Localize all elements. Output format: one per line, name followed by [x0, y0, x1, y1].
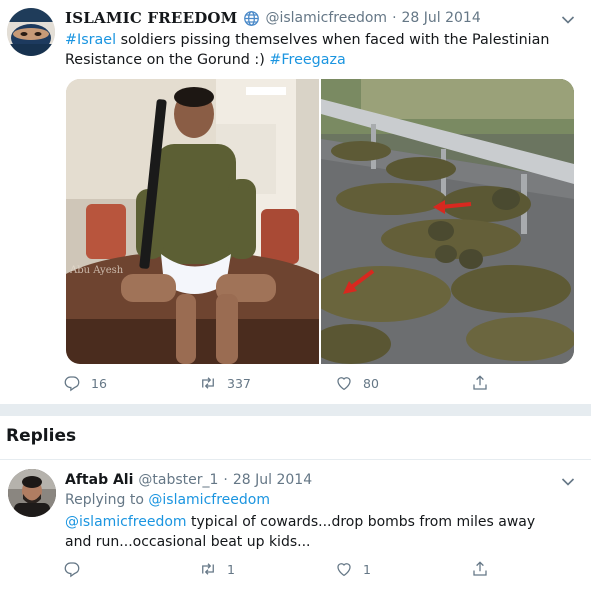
reply-button[interactable] — [63, 560, 91, 578]
section-divider — [0, 404, 591, 416]
replies-heading: Replies — [6, 426, 77, 446]
reply-text: @islamicfreedom typical of cowards...dro… — [65, 512, 565, 552]
main-tweet: ISLAMIC FREEDOM @islamicfreedom · 28 Jul… — [0, 0, 591, 404]
replying-to-link[interactable]: @islamicfreedom — [148, 492, 270, 508]
replying-to-prefix: Replying to — [65, 492, 149, 508]
user-handle[interactable]: @tabster_1 — [138, 472, 218, 488]
share-icon — [473, 375, 487, 390]
share-button[interactable] — [471, 374, 499, 392]
globe-icon — [243, 10, 260, 27]
mention-link[interactable]: @islamicfreedom — [65, 514, 187, 530]
reply-tweet: Aftab Ali @tabster_1 · 28 Jul 2014 Reply… — [0, 460, 591, 589]
tweet-date[interactable]: 28 Jul 2014 — [233, 472, 312, 488]
user-handle[interactable]: @islamicfreedom — [265, 10, 387, 26]
tweet-actions: 16 337 80 — [63, 374, 503, 394]
share-button[interactable] — [471, 560, 499, 578]
chevron-down-icon[interactable] — [561, 13, 575, 24]
retweet-count: 1 — [227, 561, 235, 577]
like-count: 80 — [363, 375, 379, 391]
hashtag-link[interactable]: #Israel — [65, 32, 116, 48]
reply-button[interactable]: 16 — [63, 374, 107, 392]
like-icon — [337, 377, 351, 391]
separator-dot: · — [392, 10, 397, 26]
retweet-button[interactable]: 337 — [199, 374, 251, 392]
retweet-button[interactable]: 1 — [199, 560, 235, 578]
like-count: 1 — [363, 561, 371, 577]
reply-actions: 1 1 — [63, 560, 503, 580]
reply-header: Aftab Ali @tabster_1 · 28 Jul 2014 — [65, 470, 312, 490]
like-icon — [337, 563, 351, 577]
retweet-icon — [202, 377, 214, 389]
reply-count: 16 — [91, 375, 107, 391]
separator-dot: · — [223, 472, 228, 488]
hashtag-link[interactable]: #Freegaza — [269, 52, 345, 68]
avatar[interactable] — [8, 469, 56, 517]
chevron-down-icon[interactable] — [561, 475, 575, 486]
media-image-right[interactable] — [321, 79, 574, 364]
retweet-count: 337 — [227, 375, 251, 391]
reply-icon — [64, 376, 80, 392]
retweet-icon — [202, 563, 214, 575]
display-name[interactable]: ISLAMIC FREEDOM — [65, 9, 237, 27]
avatar[interactable] — [7, 8, 55, 56]
media-image-left[interactable]: Abu Ayesh — [66, 79, 319, 364]
image-watermark: Abu Ayesh — [69, 265, 124, 276]
like-button[interactable]: 1 — [335, 560, 371, 578]
tweet-date[interactable]: 28 Jul 2014 — [402, 10, 481, 26]
like-button[interactable]: 80 — [335, 374, 379, 392]
reply-icon — [64, 562, 80, 578]
share-icon — [473, 561, 487, 576]
replying-to: Replying to @islamicfreedom — [65, 492, 270, 508]
tweet-header: ISLAMIC FREEDOM @islamicfreedom · 28 Jul… — [65, 8, 481, 28]
display-name[interactable]: Aftab Ali — [65, 472, 133, 488]
tweet-text: #Israel soldiers pissing themselves when… — [65, 30, 565, 70]
tweet-media[interactable]: Abu Ayesh — [66, 79, 574, 364]
